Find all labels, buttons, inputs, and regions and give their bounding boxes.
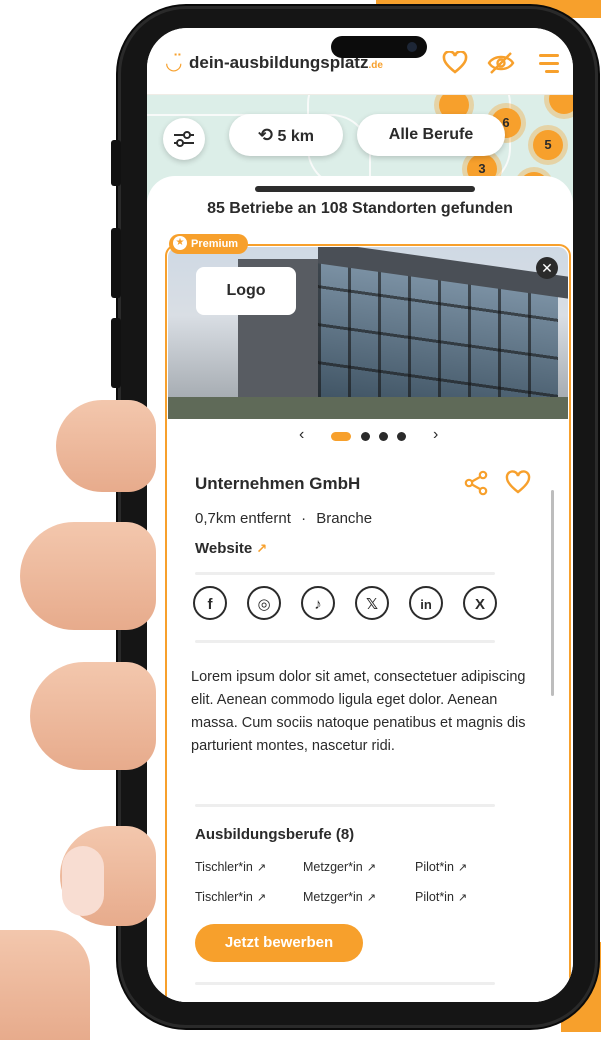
fingernail xyxy=(62,846,104,916)
linkedin-glyph: in xyxy=(420,597,432,612)
industry-text: Branche xyxy=(316,510,373,527)
external-link-icon: ↗ xyxy=(256,862,267,874)
job-link[interactable]: Tischler*in ↗ xyxy=(195,860,266,874)
job-label: Metzger*in xyxy=(303,860,363,874)
facebook-glyph: f xyxy=(207,596,213,613)
sliders-icon xyxy=(174,131,194,147)
external-link-icon: ↗ xyxy=(366,892,376,904)
x-glyph: 𝕏 xyxy=(365,596,379,613)
tiktok-glyph: ♪ xyxy=(314,596,322,613)
external-link-icon: ↗ xyxy=(366,862,376,874)
external-link-icon: ↗ xyxy=(256,892,267,904)
map-cluster[interactable]: 5 xyxy=(533,130,563,160)
profession-label: Alle Berufe xyxy=(388,126,474,143)
premium-badge: ★ Premium xyxy=(169,234,249,254)
eye-off-icon[interactable] xyxy=(487,51,515,77)
premium-label: Premium xyxy=(191,238,239,250)
ground xyxy=(168,397,568,419)
chevron-right-icon[interactable]: › xyxy=(433,426,438,444)
filter-button[interactable] xyxy=(163,118,205,160)
phone-screen: ◡̈ dein-ausbildungsplatz.de 6 5 3 9 ⟲ 5 … xyxy=(147,28,573,1002)
job-link[interactable]: Metzger*in ↗ xyxy=(303,860,376,874)
heart-icon[interactable] xyxy=(441,50,469,77)
phone-side-button xyxy=(111,140,121,186)
distance-label: 5 km xyxy=(277,128,314,145)
external-link-icon: ↗ xyxy=(457,892,468,904)
cluster-count: 3 xyxy=(478,161,486,176)
palm xyxy=(0,930,90,1040)
map-cluster[interactable] xyxy=(549,94,573,114)
job-link[interactable]: Pilot*in ↗ xyxy=(415,890,467,904)
brand-suffix: .de xyxy=(368,60,383,71)
image-pager: ‹ › xyxy=(167,426,569,444)
pager-dot[interactable] xyxy=(397,432,406,441)
external-link-icon: ↗ xyxy=(256,541,268,556)
sheet-grabber[interactable] xyxy=(255,186,475,192)
share-icon[interactable] xyxy=(463,470,489,496)
xing-icon[interactable]: X xyxy=(463,586,497,620)
distance-chip[interactable]: ⟲ 5 km xyxy=(229,114,343,156)
notch xyxy=(331,36,427,58)
company-description: Lorem ipsum dolor sit amet, consectetuer… xyxy=(191,669,526,754)
instagram-glyph: ◎ xyxy=(257,596,271,613)
menu-icon[interactable] xyxy=(535,51,563,77)
job-label: Tischler*in xyxy=(195,890,253,904)
pager-dot-active[interactable] xyxy=(331,432,351,441)
pager-dot[interactable] xyxy=(379,432,388,441)
job-label: Pilot*in xyxy=(415,890,454,904)
divider xyxy=(195,982,495,985)
job-label: Metzger*in xyxy=(303,890,363,904)
tiktok-icon[interactable]: ♪ xyxy=(301,586,335,620)
divider xyxy=(195,804,495,807)
company-card[interactable]: Logo ✕ ‹ › Unternehmen GmbH 0,7km entfer… xyxy=(165,244,571,1002)
x-twitter-icon[interactable]: 𝕏 xyxy=(355,586,389,620)
company-name: Unternehmen GmbH xyxy=(195,474,361,493)
cluster-count: 5 xyxy=(544,137,552,152)
smile-logo-icon[interactable]: ◡̈ xyxy=(165,53,187,73)
company-logo: Logo xyxy=(196,267,296,315)
camera-icon xyxy=(407,42,417,52)
route-icon: ⟲ xyxy=(257,125,274,145)
linkedin-icon[interactable]: in xyxy=(409,586,443,620)
company-meta: 0,7km entfernt · Branche xyxy=(195,510,372,527)
job-link[interactable]: Pilot*in ↗ xyxy=(415,860,467,874)
company-photo[interactable]: Logo ✕ xyxy=(168,247,568,419)
meta-separator: · xyxy=(301,510,307,527)
close-icon[interactable]: ✕ xyxy=(536,257,558,279)
pager-dot[interactable] xyxy=(361,432,370,441)
profession-chip[interactable]: Alle Berufe xyxy=(357,114,505,156)
chevron-left-icon[interactable]: ‹ xyxy=(299,426,304,444)
distance-text: 0,7km entfernt xyxy=(195,510,291,527)
xing-glyph: X xyxy=(474,596,485,613)
job-label: Pilot*in xyxy=(415,860,454,874)
job-link[interactable]: Tischler*in ↗ xyxy=(195,890,266,904)
phone-side-button xyxy=(111,228,121,298)
website-link[interactable]: Website ↗ xyxy=(195,540,267,557)
external-link-icon: ↗ xyxy=(457,862,468,874)
results-sheet: 85 Betriebe an 108 Standorten gefunden ★… xyxy=(147,176,573,1002)
jobs-title: Ausbildungsberufe (8) xyxy=(195,826,355,843)
star-icon: ★ xyxy=(173,236,187,251)
job-link[interactable]: Metzger*in ↗ xyxy=(303,890,376,904)
favorite-heart-icon[interactable] xyxy=(505,470,531,496)
facebook-icon[interactable]: f xyxy=(193,586,227,620)
website-label: Website xyxy=(195,540,253,557)
instagram-icon[interactable]: ◎ xyxy=(247,586,281,620)
divider xyxy=(195,572,495,575)
job-label: Tischler*in xyxy=(195,860,253,874)
apply-button[interactable]: Jetzt bewerben xyxy=(195,924,363,962)
phone-side-button xyxy=(111,318,121,388)
divider xyxy=(195,640,495,643)
result-count: 85 Betriebe an 108 Standorten gefunden xyxy=(207,200,513,217)
scrollbar[interactable] xyxy=(551,490,554,696)
